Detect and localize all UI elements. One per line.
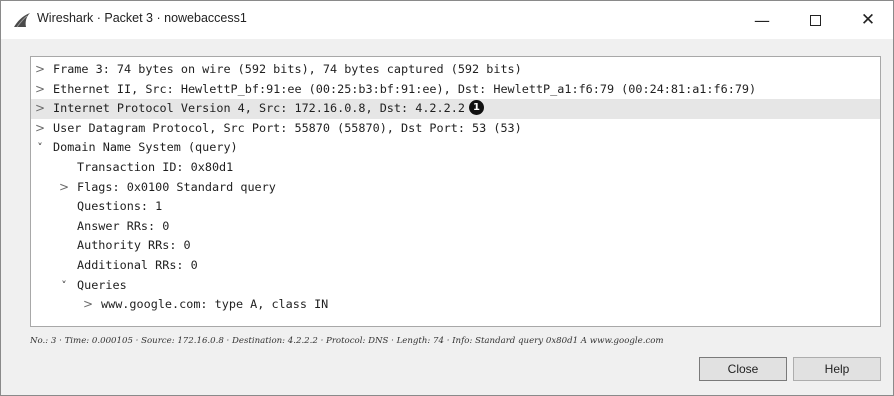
tree-row-label: Domain Name System (query) <box>53 140 238 155</box>
expand-arrow-icon[interactable]: > <box>33 80 47 100</box>
tree-row-label: Questions: 1 <box>77 199 163 214</box>
packet-dialog-window: Wireshark · Packet 3 · nowebaccess1 — ✕ … <box>0 0 894 396</box>
expand-arrow-icon[interactable]: > <box>57 178 71 198</box>
tree-row-label: Flags: 0x0100 Standard query <box>77 179 276 194</box>
close-window-button[interactable]: ✕ <box>845 1 891 39</box>
help-button[interactable]: Help <box>793 357 881 381</box>
tree-row-flags[interactable]: > Flags: 0x0100 Standard query <box>31 178 880 198</box>
tree-row-label: Internet Protocol Version 4, Src: 172.16… <box>53 101 465 116</box>
tree-row-frame[interactable]: > Frame 3: 74 bytes on wire (592 bits), … <box>31 60 880 80</box>
tree-row-label: www.google.com: type A, class IN <box>101 297 329 312</box>
wireshark-fin-icon <box>13 12 31 28</box>
collapse-arrow-icon[interactable]: ˅ <box>33 138 47 158</box>
minimize-button[interactable]: — <box>739 1 785 39</box>
tree-row-label: Answer RRs: 0 <box>77 218 170 233</box>
tree-row-label: Ethernet II, Src: HewlettP_bf:91:ee (00:… <box>53 81 757 96</box>
packet-details-tree[interactable]: > Frame 3: 74 bytes on wire (592 bits), … <box>30 56 881 327</box>
expand-arrow-icon[interactable]: > <box>33 60 47 80</box>
tree-row-authority-rrs[interactable]: Authority RRs: 0 <box>31 236 880 256</box>
tree-row-label: User Datagram Protocol, Src Port: 55870 … <box>53 120 522 135</box>
tree-row-transaction-id[interactable]: Transaction ID: 0x80d1 <box>31 158 880 178</box>
tree-row-label: Authority RRs: 0 <box>77 238 191 253</box>
maximize-button[interactable] <box>792 1 838 39</box>
window-title: Wireshark · Packet 3 · nowebaccess1 <box>37 11 247 25</box>
tree-row-query-entry[interactable]: > www.google.com: type A, class IN <box>31 295 880 315</box>
tree-row-ethernet[interactable]: > Ethernet II, Src: HewlettP_bf:91:ee (0… <box>31 80 880 100</box>
tree-row-ipv4[interactable]: > Internet Protocol Version 4, Src: 172.… <box>31 99 880 119</box>
packet-summary-status: No.: 3 · Time: 0.000105 · Source: 172.16… <box>30 336 664 346</box>
tree-row-questions[interactable]: Questions: 1 <box>31 197 880 217</box>
tree-row-queries[interactable]: ˅ Queries <box>31 276 880 296</box>
expand-arrow-icon[interactable]: > <box>33 99 47 119</box>
tree-row-dns[interactable]: ˅ Domain Name System (query) <box>31 138 880 158</box>
collapse-arrow-icon[interactable]: ˅ <box>57 276 71 296</box>
close-icon: ✕ <box>860 10 876 30</box>
tree-row-udp[interactable]: > User Datagram Protocol, Src Port: 5587… <box>31 119 880 139</box>
close-button[interactable]: Close <box>699 357 787 381</box>
tree-row-additional-rrs[interactable]: Additional RRs: 0 <box>31 256 880 276</box>
tree-row-label: Additional RRs: 0 <box>77 257 198 272</box>
numbered-callout-icon: 1 <box>468 100 484 116</box>
expand-arrow-icon[interactable]: > <box>81 295 95 315</box>
tree-row-label: Frame 3: 74 bytes on wire (592 bits), 74… <box>53 62 522 76</box>
tree-row-label: Queries <box>77 277 127 292</box>
minimize-icon: — <box>754 10 770 30</box>
title-bar[interactable]: Wireshark · Packet 3 · nowebaccess1 — ✕ <box>1 1 893 39</box>
maximize-icon <box>809 14 821 26</box>
expand-arrow-icon[interactable]: > <box>33 119 47 139</box>
tree-row-label: Transaction ID: 0x80d1 <box>77 159 234 174</box>
tree-row-answer-rrs[interactable]: Answer RRs: 0 <box>31 217 880 237</box>
